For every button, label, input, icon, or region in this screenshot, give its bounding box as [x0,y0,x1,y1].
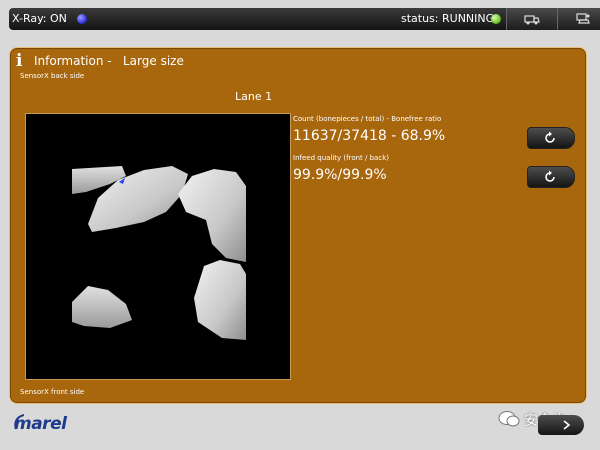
lane-label: Lane 1 [235,90,273,103]
sensor-front-label: SensorX front side [20,388,85,396]
marel-logo: marel [14,414,67,434]
settings-view-button[interactable] [557,8,600,30]
machine-view-button[interactable] [506,8,557,30]
reset-count-button[interactable] [527,127,575,149]
panel-title: Information - [34,54,112,68]
status-bar: X-Ray: ON status: RUNNING [9,8,600,30]
infeed-quality-value: 99.9%/99.9% [293,167,387,183]
info-icon: i [16,51,23,71]
count-value: 11637/37418 - 68.9% [293,128,446,144]
sensor-back-label: SensorX back side [20,72,85,80]
infeed-quality-label: Infeed quality (front / back) [293,154,389,162]
chevron-right-icon [563,420,571,430]
reset-infeed-button[interactable] [527,166,575,188]
wechat-icon [498,411,520,427]
machine-status-label: status: RUNNING [401,12,495,25]
refresh-icon [545,170,555,182]
next-page-button[interactable] [538,415,584,435]
panel-subtitle: Large size [123,54,184,68]
xray-status-label: X-Ray: ON [12,12,67,25]
count-label: Count (bonepieces / total) - Bonefree ra… [293,115,442,123]
xray-scan-image [72,166,246,340]
information-panel: i Information - Large size SensorX back … [9,47,587,404]
xray-indicator-icon [77,14,87,24]
refresh-icon [545,131,555,143]
xray-image [25,113,291,380]
running-indicator-icon [491,14,501,24]
conveyor-icon [576,13,590,24]
machine-icon [524,15,540,25]
